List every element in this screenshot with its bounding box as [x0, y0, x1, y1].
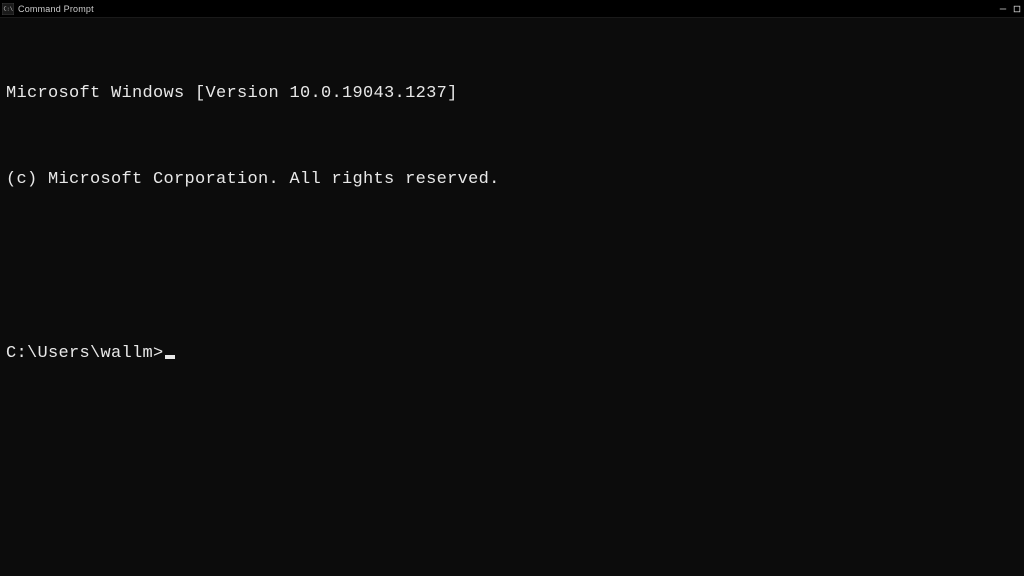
prompt-line: C:\Users\wallm> [6, 340, 1018, 369]
titlebar: C:\ Command Prompt [0, 0, 1024, 18]
window-title: Command Prompt [18, 4, 94, 14]
cursor [165, 355, 175, 359]
svg-text:C:\: C:\ [4, 6, 13, 12]
minimize-button[interactable] [996, 0, 1010, 18]
copyright-line: (c) Microsoft Corporation. All rights re… [6, 166, 1018, 195]
cmd-icon: C:\ [2, 3, 14, 15]
prompt-text: C:\Users\wallm> [6, 340, 164, 369]
version-line: Microsoft Windows [Version 10.0.19043.12… [6, 80, 1018, 109]
maximize-button[interactable] [1010, 0, 1024, 18]
terminal-output[interactable]: Microsoft Windows [Version 10.0.19043.12… [0, 18, 1024, 402]
window-controls [996, 0, 1024, 18]
blank-line [6, 253, 1018, 282]
